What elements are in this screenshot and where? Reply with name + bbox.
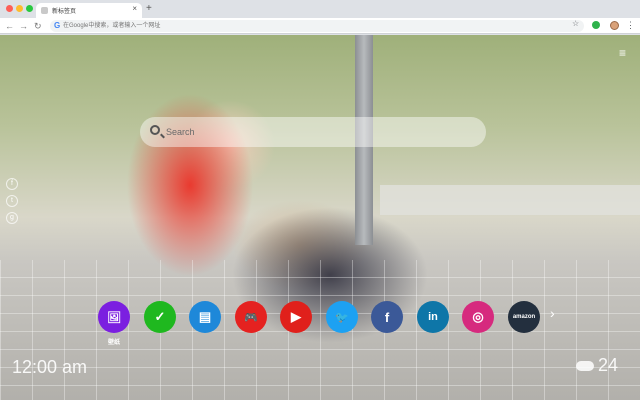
youtube-shortcut-button[interactable]: ▶ (280, 301, 312, 333)
temperature: 24 (598, 355, 619, 375)
google-icon: G (54, 21, 61, 30)
amazon-icon: amazon (512, 314, 536, 320)
back-icon[interactable]: ← (5, 20, 14, 32)
check-icon: ✓ (154, 309, 166, 324)
browser-toolbar: ← → ↻ G ☆ ⋮ (0, 18, 640, 34)
bookmark-star-icon[interactable]: ☆ (572, 18, 579, 30)
background-wall (380, 185, 640, 215)
news-icon: ▤ (198, 309, 212, 324)
next-shortcuts-icon[interactable]: › (550, 305, 555, 321)
tab-title: 新标签页 (52, 9, 77, 15)
facebook-icon: f (384, 309, 390, 325)
omnibox[interactable]: G (50, 20, 584, 32)
forward-icon[interactable]: → (19, 20, 28, 32)
game-icon: 🎮 (244, 311, 258, 324)
reload-icon[interactable]: ↻ (34, 20, 42, 32)
wallpaper-icon: 🖼 (107, 311, 121, 324)
tab-strip: 新标签页 × + (0, 0, 640, 18)
hamburger-menu-icon[interactable]: ≡ (619, 47, 626, 59)
twitter-shortcut-button[interactable]: 🐦 (326, 301, 358, 333)
extension-icon[interactable] (592, 21, 600, 29)
minimize-window-button[interactable] (16, 5, 23, 12)
search-bar[interactable] (140, 117, 486, 147)
shortcut-label: 壁纸 (107, 340, 120, 346)
check-shortcut-button[interactable]: ✓ (144, 301, 176, 333)
instagram-shortcut-button[interactable]: ◎ (462, 301, 494, 333)
facebook-icon[interactable]: f (6, 178, 18, 190)
search-input[interactable] (166, 117, 466, 147)
google-icon[interactable]: g (6, 212, 18, 224)
wallpaper-shortcut-button[interactable]: 🖼 壁纸 (98, 301, 130, 346)
instagram-icon: ◎ (472, 309, 484, 324)
maximize-window-button[interactable] (26, 5, 33, 12)
close-window-button[interactable] (6, 5, 13, 12)
cloud-icon (576, 361, 594, 371)
tab-favicon-icon (41, 7, 48, 14)
shortcut-bar: 🖼 壁纸 ✓ ▤ 🎮 ▶ 🐦 f in ◎ amazon (98, 301, 558, 351)
twitter-icon: 🐦 (335, 311, 349, 324)
news-shortcut-button[interactable]: ▤ (189, 301, 221, 333)
youtube-icon: ▶ (291, 309, 301, 324)
linkedin-icon: in (428, 311, 438, 323)
amazon-shortcut-button[interactable]: amazon (508, 301, 540, 333)
tab-close-icon[interactable]: × (132, 4, 137, 13)
profile-avatar[interactable] (610, 21, 619, 30)
address-input[interactable] (63, 20, 563, 32)
facebook-shortcut-button[interactable]: f (371, 301, 403, 333)
search-icon (150, 125, 160, 135)
twitter-icon[interactable]: t (6, 195, 18, 207)
linkedin-shortcut-button[interactable]: in (417, 301, 449, 333)
new-tab-page: ≡ f t g 🖼 壁纸 ✓ ▤ 🎮 ▶ 🐦 f in ◎ amazon › 12:00 am 24 (0, 35, 640, 400)
new-tab-button[interactable]: + (146, 3, 152, 15)
tab-new-tab[interactable]: 新标签页 × (36, 3, 142, 18)
game-shortcut-button[interactable]: 🎮 (235, 301, 267, 333)
browser-menu-icon[interactable]: ⋮ (626, 19, 635, 31)
clock: 12:00 am (12, 357, 88, 377)
